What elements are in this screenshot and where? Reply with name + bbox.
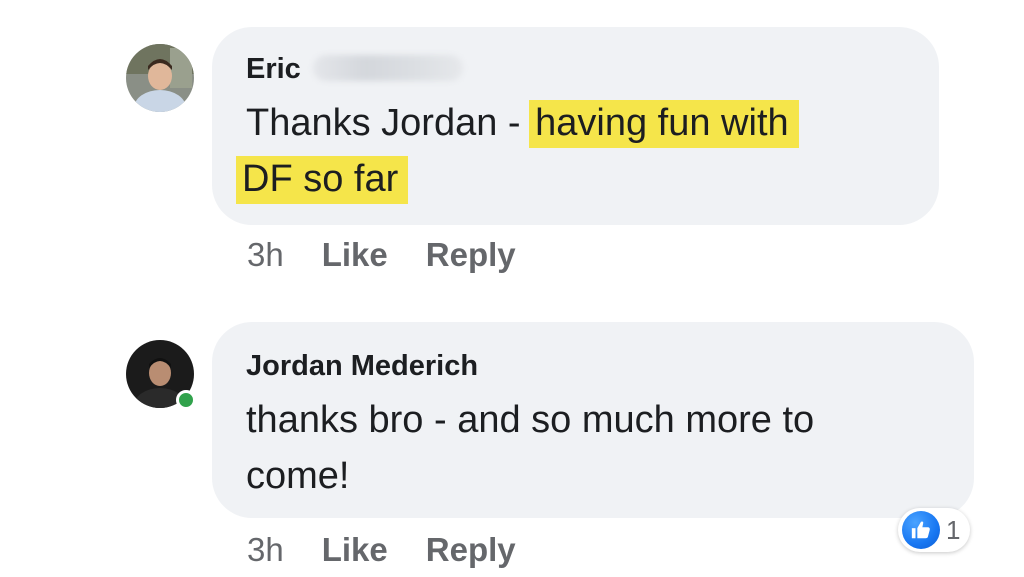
comment-bubble: Jordan Mederich thanks bro - and so much… xyxy=(212,322,974,518)
comment-text-line2: come! xyxy=(246,455,350,497)
highlighted-text: DF so far xyxy=(236,156,409,204)
comment-actions: 3h Like Reply xyxy=(247,236,516,274)
person-avatar-icon xyxy=(126,44,194,112)
reaction-summary[interactable]: 1 xyxy=(898,508,971,552)
comment-bubble: Eric Thanks Jordan - having fun with DF … xyxy=(212,27,939,225)
commenter-avatar[interactable] xyxy=(126,340,196,410)
comment-text: thanks bro - and so much more to xyxy=(246,399,815,441)
reaction-count: 1 xyxy=(946,514,961,545)
comment-text-plain: Thanks Jordan - xyxy=(246,102,532,144)
comment-thread: Eric Thanks Jordan - having fun with DF … xyxy=(0,0,1024,577)
like-button[interactable]: Like xyxy=(322,236,388,274)
highlighted-text: having fun with xyxy=(529,100,799,148)
online-status-badge xyxy=(176,390,196,410)
thumbs-up-icon xyxy=(902,511,940,549)
comment-text: Thanks Jordan - having fun with xyxy=(246,95,799,151)
comment-timestamp[interactable]: 3h xyxy=(247,531,284,569)
like-button[interactable]: Like xyxy=(322,531,388,569)
reply-button[interactable]: Reply xyxy=(426,236,516,274)
comment-text-line2: DF so far xyxy=(236,151,409,207)
author-name[interactable]: Eric xyxy=(246,53,301,85)
redacted-surname xyxy=(312,55,463,81)
comment-actions: 3h Like Reply xyxy=(247,531,516,569)
comment-author[interactable]: Jordan Mederich xyxy=(246,350,478,383)
comment-timestamp[interactable]: 3h xyxy=(247,236,284,274)
comment-author[interactable]: Eric xyxy=(246,53,463,86)
commenter-avatar[interactable] xyxy=(126,44,194,112)
reply-button[interactable]: Reply xyxy=(426,531,516,569)
